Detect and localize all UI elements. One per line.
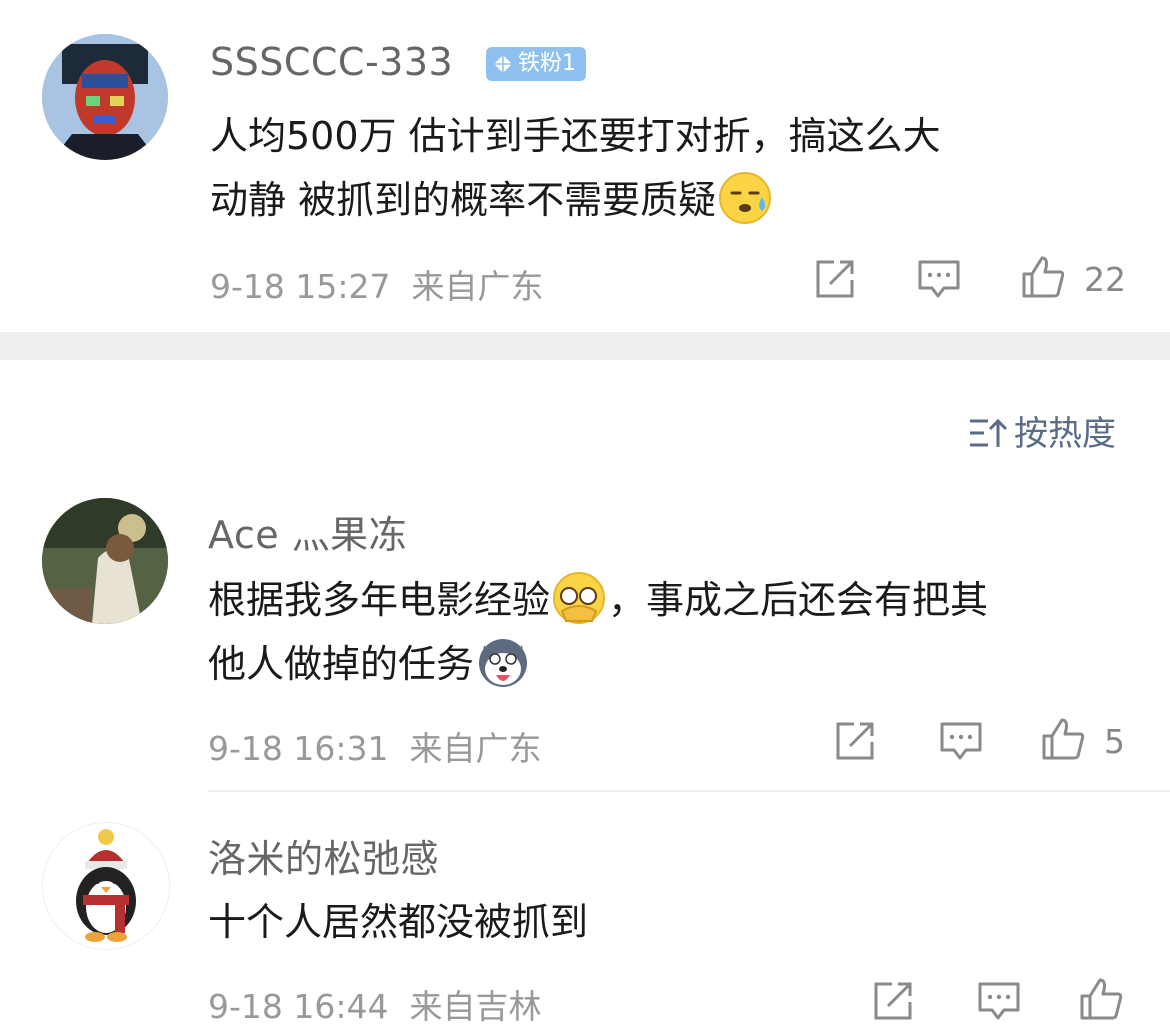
comment-text: 人均500万 估计到手还要打对折，搞这么大 动静 被抓到的概率不需要质疑 [210,104,941,232]
sort-toggle[interactable]: 按热度 [968,406,1116,455]
avatar[interactable] [42,498,168,624]
comment-text: 十个人居然都没被抓到 [208,890,588,954]
reply-icon[interactable] [976,978,1022,1024]
comment-line-wrap: 动静 被抓到的概率不需要质疑 [210,168,941,232]
like-icon[interactable] [1020,254,1066,300]
sort-icon [970,418,1008,447]
sort-label: 按热度 [1014,414,1116,454]
badge-label: 铁粉1 [518,51,576,76]
like-count: 5 [1104,722,1125,761]
share-icon[interactable] [870,978,916,1024]
reply-icon[interactable] [916,256,962,302]
comment-line: ，事成之后还会有把其 [608,578,989,622]
avatar[interactable] [42,34,168,160]
username[interactable]: 洛米的松弛感 [208,828,439,883]
comment-separator [208,790,1170,792]
comment-text: 根据我多年电影经验 ，事成之后还会有把其 他人做掉的任务 [208,568,988,696]
share-icon[interactable] [832,718,878,764]
peek-eyes-emoji [553,572,606,624]
username[interactable]: Ace 灬果冻 [208,504,407,559]
comment-line: 动静 被抓到的概率不需要质疑 [210,178,717,222]
comment-meta: 9-18 16:44 来自吉林 [208,980,541,1028]
username[interactable]: SSSCCC-333 [210,40,453,84]
comment-line: 十个人居然都没被抓到 [208,900,589,944]
like-icon[interactable] [1040,716,1086,762]
comment-meta: 9-18 16:31 来自广东 [208,722,541,770]
comment-line-wrap: 他人做掉的任务 [208,632,988,696]
comment-meta: 9-18 15:27 来自广东 [210,260,543,308]
sweat-smile-emoji [719,172,772,224]
diamond-icon [494,55,512,73]
location: 来自广东 [411,267,544,306]
timestamp: 9-18 16:44 [208,987,389,1026]
comment-line: 人均500万 估计到手还要打对折，搞这么大 [210,114,941,158]
fan-badge[interactable]: 铁粉1 [486,47,586,81]
like-count: 22 [1084,260,1126,299]
location: 来自吉林 [409,987,542,1026]
timestamp: 9-18 16:31 [208,729,389,768]
comment-line: 他人做掉的任务 [208,642,475,686]
share-icon[interactable] [812,256,858,302]
husky-dog-emoji [479,639,528,687]
like-icon[interactable] [1078,976,1124,1022]
comment-line-wrap: 根据我多年电影经验 ，事成之后还会有把其 [208,568,988,632]
timestamp: 9-18 15:27 [210,267,391,306]
comment-line: 根据我多年电影经验 [208,578,551,622]
avatar[interactable] [42,822,170,950]
section-divider [0,332,1170,360]
reply-icon[interactable] [938,718,984,764]
location: 来自广东 [409,729,542,768]
